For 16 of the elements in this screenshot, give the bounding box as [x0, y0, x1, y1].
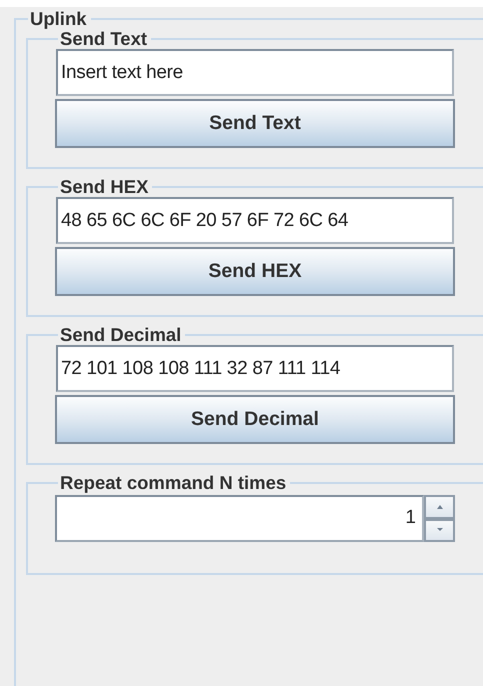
group-title: Uplink	[29, 9, 88, 29]
section-title: Send HEX	[59, 177, 150, 197]
input-field[interactable]: 48 65 6C 6C 6F 20 57 6F 72 6C 64	[56, 197, 454, 244]
send-button[interactable]: Send Decimal	[55, 395, 455, 444]
section-title: Repeat command N times	[59, 473, 288, 493]
section-title: Send Text	[60, 29, 148, 49]
up-arrow-icon	[436, 504, 444, 510]
increment-button[interactable]	[424, 495, 455, 518]
input-field[interactable]: Insert text here	[56, 49, 454, 96]
input-field[interactable]: 72 101 108 108 111 32 87 111 114	[56, 345, 454, 392]
section-title: Send Decimal	[59, 325, 182, 345]
send-button[interactable]: Send HEX	[55, 247, 455, 296]
down-arrow-icon	[436, 527, 444, 534]
decrement-button[interactable]	[424, 518, 455, 542]
send-button[interactable]: Send Text	[55, 99, 455, 148]
number-field[interactable]: 1	[55, 495, 424, 542]
